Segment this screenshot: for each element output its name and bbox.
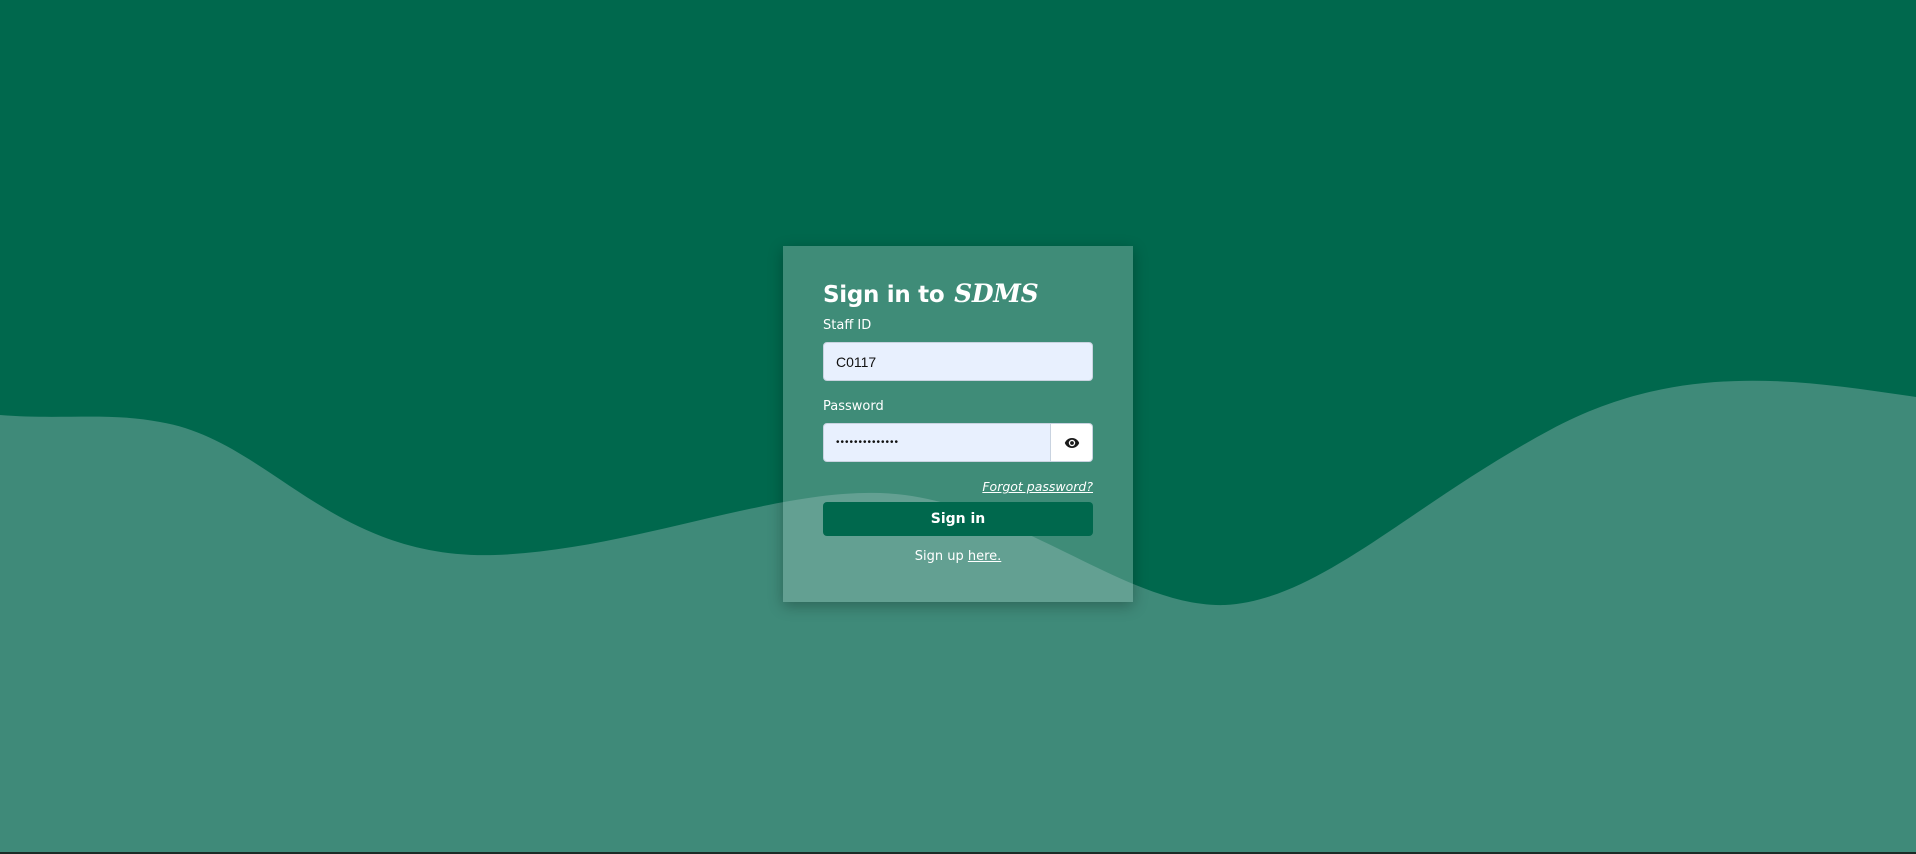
password-input[interactable]: [823, 423, 1051, 463]
password-label: Password: [823, 399, 884, 415]
password-field-group: [823, 423, 1093, 463]
signin-card: Sign in to SDMS Staff ID Password Forgot…: [783, 246, 1133, 602]
title-prefix: Sign in to: [823, 282, 945, 308]
forgot-password-link[interactable]: Forgot password?: [823, 479, 1093, 494]
signin-button[interactable]: Sign in: [823, 502, 1093, 537]
login-page: Sign in to SDMS Staff ID Password Forgot…: [0, 0, 1916, 854]
signin-title: Sign in to SDMS: [823, 280, 1093, 308]
staff-id-input[interactable]: [823, 342, 1093, 382]
signup-text: Sign up here.: [823, 549, 1093, 564]
show-password-button[interactable]: [1051, 423, 1093, 463]
brand-name: SDMS: [954, 279, 1039, 308]
eye-pupil: [1069, 440, 1074, 445]
eye-icon: [1064, 437, 1079, 448]
staff-id-label: Staff ID: [823, 318, 872, 334]
signup-link[interactable]: here.: [968, 549, 1001, 564]
signup-prefix: Sign up: [914, 549, 964, 565]
